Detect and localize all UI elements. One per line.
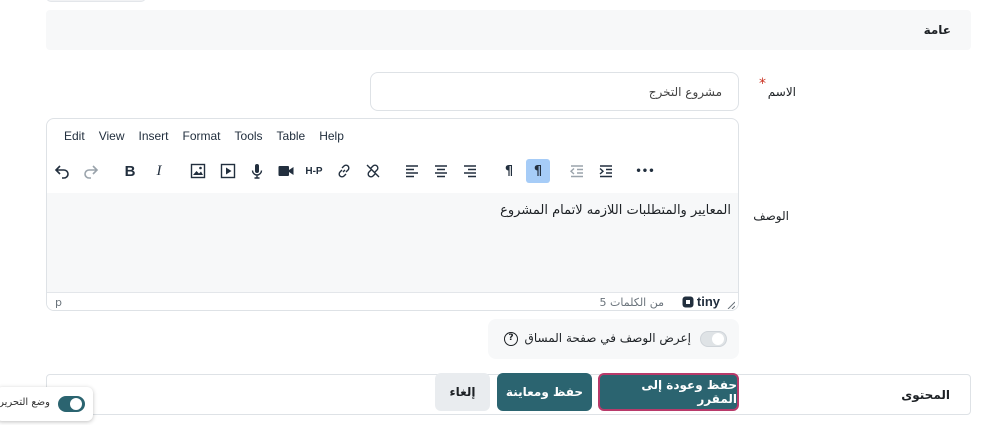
show-description-row: إعرض الوصف في صفحة المساق ? — [488, 319, 739, 359]
media-icon[interactable] — [216, 159, 240, 183]
video-camera-icon[interactable] — [274, 159, 298, 183]
editor-content-text: المعايير والمتطلبات اللازمه لاتمام المشر… — [500, 203, 731, 218]
menu-table[interactable]: Table — [277, 129, 306, 149]
show-description-toggle[interactable] — [700, 331, 727, 347]
save-and-return-button[interactable]: حفظ وعودة إلى المقرر — [598, 373, 739, 411]
link-icon[interactable] — [332, 159, 356, 183]
menu-edit[interactable]: Edit — [64, 129, 85, 149]
microphone-icon[interactable] — [245, 159, 269, 183]
align-left-icon[interactable] — [400, 159, 424, 183]
menu-insert[interactable]: Insert — [138, 129, 168, 149]
menu-format[interactable]: Format — [183, 129, 221, 149]
outdent-icon[interactable] — [565, 159, 589, 183]
show-description-label: إعرض الوصف في صفحة المساق — [524, 331, 691, 345]
image-icon[interactable] — [186, 159, 210, 183]
rich-text-editor: Edit View Insert Format Tools Table Help… — [46, 118, 739, 311]
word-count[interactable]: من الكلمات 5 — [600, 296, 664, 309]
indent-icon[interactable] — [594, 159, 618, 183]
cancel-button[interactable]: إلغاء — [435, 373, 490, 411]
menu-view[interactable]: View — [99, 129, 125, 149]
editor-toolbar: B I H-P ¶ ¶ ••• — [47, 159, 738, 187]
edit-mode-label: وضع التحرير — [0, 397, 50, 408]
resize-handle-icon[interactable] — [727, 301, 735, 309]
edit-mode-pill: وضع التحرير — [0, 387, 93, 421]
menu-tools[interactable]: Tools — [235, 129, 263, 149]
name-input[interactable] — [370, 72, 739, 111]
section-title-content: المحتوى — [901, 388, 950, 402]
bold-icon[interactable]: B — [118, 159, 142, 183]
ltr-icon[interactable]: ¶ — [497, 159, 521, 183]
top-card-remnant — [46, 0, 146, 2]
element-path[interactable]: p — [55, 296, 62, 309]
editor-menubar: Edit View Insert Format Tools Table Help — [47, 129, 344, 149]
tiny-logo[interactable]: tiny — [682, 294, 720, 309]
italic-icon[interactable]: I — [147, 159, 171, 183]
section-title-general: عامة — [923, 23, 951, 37]
name-label: الاسم — [767, 85, 796, 99]
save-and-preview-button[interactable]: حفظ ومعاينة — [497, 373, 592, 411]
more-icon[interactable]: ••• — [633, 159, 657, 183]
edit-mode-toggle[interactable] — [58, 396, 85, 412]
tiny-brand-text: tiny — [696, 294, 720, 309]
section-header-general[interactable]: عامة — [46, 10, 971, 50]
align-center-icon[interactable] — [429, 159, 453, 183]
tiny-logo-icon — [682, 296, 694, 307]
unlink-icon[interactable] — [361, 159, 385, 183]
editor-content-area[interactable]: المعايير والمتطلبات اللازمه لاتمام المشر… — [47, 193, 738, 292]
toggle-knob — [712, 333, 724, 345]
editor-statusbar: p من الكلمات 5 tiny — [47, 292, 738, 310]
h5p-icon[interactable]: H-P — [302, 159, 326, 183]
toggle-knob — [70, 398, 82, 410]
align-right-icon[interactable] — [458, 159, 482, 183]
description-label: الوصف — [753, 209, 789, 223]
help-icon[interactable]: ? — [504, 332, 518, 346]
undo-icon[interactable] — [50, 159, 74, 183]
required-marker: * — [759, 76, 766, 92]
rtl-icon[interactable]: ¶ — [526, 159, 550, 183]
menu-help[interactable]: Help — [319, 129, 344, 149]
redo-icon[interactable] — [79, 159, 103, 183]
